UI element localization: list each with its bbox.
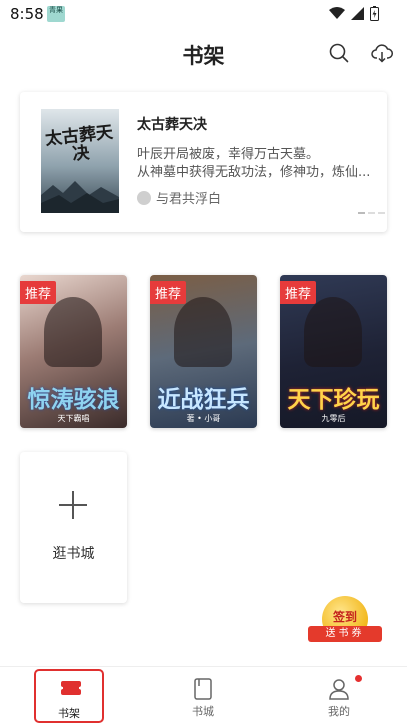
cover-character-art (174, 297, 232, 367)
book-icon (194, 678, 212, 700)
status-bar: 8:58 青果 (0, 0, 407, 28)
book-cover-author: 天下霸唱 (57, 414, 90, 423)
app-header: 书架 (0, 28, 407, 80)
recommend-badge: 推荐 (150, 281, 187, 304)
banner-cover-title: 太古葬天决 (44, 122, 114, 165)
status-time: 8:58 (10, 5, 44, 23)
banner-book-description: 叶辰开局被废，幸得万古天墓。 从神墓中获得无敌功法，修神功，炼仙... (137, 146, 377, 182)
banner-author: 与君共浮白 (137, 188, 221, 207)
description-line: 从神墓中获得无敌功法，修神功，炼仙... (137, 165, 371, 180)
signin-ribbon: 送书券 (308, 626, 382, 642)
bottom-tab-bar: 书架 书城 我的 (0, 666, 407, 724)
banner-book-title: 太古葬天决 (137, 117, 207, 133)
pagination-dot (378, 212, 385, 214)
browse-store-card[interactable]: 逛书城 (20, 452, 127, 603)
notification-app-icon: 青果 (47, 6, 65, 22)
cover-character-art (304, 297, 362, 367)
tab-label: 书城 (192, 705, 214, 718)
status-indicators (329, 6, 379, 21)
tab-bookstore[interactable]: 书城 (168, 667, 238, 724)
recommended-book-banner[interactable]: 太古葬天决 太古葬天决 叶辰开局被废，幸得万古天墓。 从神墓中获得无敌功法，修神… (20, 92, 387, 232)
notification-dot (355, 675, 362, 682)
tab-profile[interactable]: 我的 (304, 667, 374, 724)
book-cover-title: 天下珍玩 (287, 387, 380, 413)
battery-icon (370, 6, 379, 21)
cover-character-art (44, 297, 102, 367)
mountain-illustration (41, 181, 119, 213)
book-card[interactable]: 推荐 天下珍玩 九零后 (280, 275, 387, 428)
banner-pagination (358, 212, 385, 214)
recommend-badge: 推荐 (20, 281, 57, 304)
signin-reward-button[interactable]: 签到 送书券 (308, 596, 382, 646)
tab-label: 书架 (58, 707, 80, 720)
recommend-badge: 推荐 (280, 281, 317, 304)
book-cover-title: 近战狂兵 (157, 387, 250, 413)
book-cover-title: 惊涛骇浪 (27, 387, 120, 413)
signin-title: 签到 (332, 610, 357, 624)
book-card[interactable]: 推荐 近战狂兵 著 • 小哥 (150, 275, 257, 428)
browse-store-label: 逛书城 (52, 546, 95, 562)
tab-label: 我的 (328, 705, 350, 718)
wifi-icon (329, 7, 345, 19)
book-card[interactable]: 推荐 惊涛骇浪 天下霸唱 (20, 275, 127, 428)
banner-book-cover[interactable]: 太古葬天决 (41, 109, 119, 213)
description-line: 叶辰开局被废，幸得万古天墓。 (137, 147, 320, 162)
author-name: 与君共浮白 (156, 192, 222, 207)
search-button[interactable] (326, 40, 352, 66)
pagination-dot (358, 212, 365, 214)
cloud-download-icon (371, 44, 393, 63)
tab-bookshelf[interactable]: 书架 (34, 669, 104, 723)
pagination-dot (368, 212, 375, 214)
plus-icon (59, 491, 87, 519)
signal-icon (351, 7, 364, 20)
book-cover-author: 著 • 小哥 (186, 414, 221, 423)
download-button[interactable] (369, 40, 395, 66)
bookshelf-icon (61, 681, 81, 695)
user-icon (329, 679, 349, 700)
search-icon (329, 43, 349, 63)
author-avatar-icon (137, 190, 151, 205)
book-cover-author: 九零后 (321, 414, 346, 423)
